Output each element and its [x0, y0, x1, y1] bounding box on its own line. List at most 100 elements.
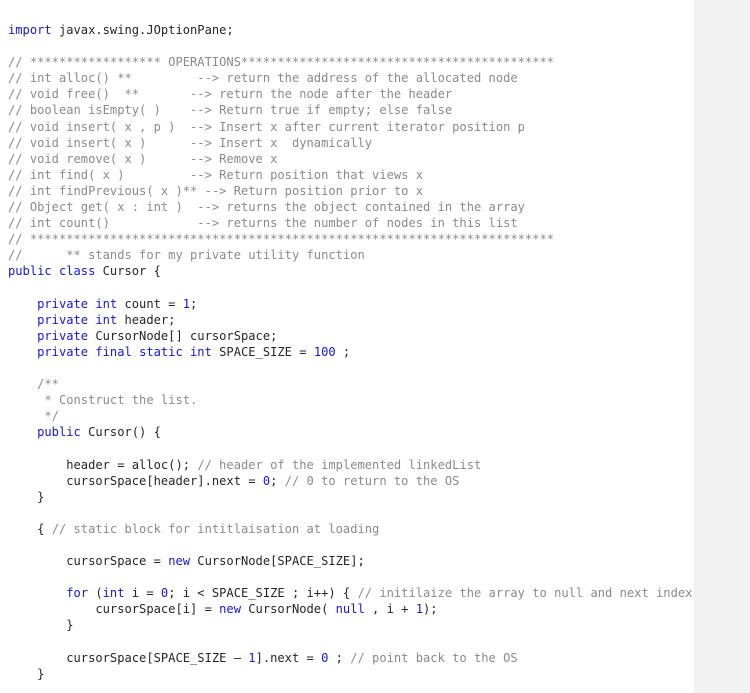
code-line: }: [8, 489, 750, 505]
code-line: private int header;: [8, 312, 750, 328]
code-token-kw: for: [66, 586, 89, 601]
code-line: // int find( x ) --> Return position tha…: [8, 167, 750, 183]
code-line: private int count = 1;: [8, 296, 750, 312]
code-line: // ****************** OPERATIONS********…: [8, 54, 750, 70]
code-token-cm: * Construct the list.: [8, 393, 198, 408]
code-token-blank: [8, 506, 15, 520]
code-token-kw: int: [190, 344, 212, 359]
code-line: // void remove( x ) --> Remove x: [8, 151, 750, 167]
code-token-pn: [183, 345, 190, 359]
code-token-pn: [52, 264, 59, 278]
code-line: // Object get( x : int ) --> returns the…: [8, 199, 750, 215]
code-line: // void free() ** --> return the node af…: [8, 86, 750, 102]
code-line: // void insert( x , p ) --> Insert x aft…: [8, 119, 750, 135]
code-token-blank: [8, 39, 15, 53]
code-token-kw: class: [58, 264, 96, 279]
code-token-id: cursorSpace[header].next =: [8, 473, 263, 488]
code-token-kw: int: [102, 586, 125, 601]
code-line: */: [8, 408, 750, 424]
code-token-kw: static: [139, 344, 183, 359]
code-token-num: 1: [415, 602, 424, 617]
code-token-cm: // ****************** OPERATIONS********…: [8, 55, 555, 70]
code-line: }: [8, 666, 750, 682]
code-token-id: }: [8, 666, 45, 681]
code-token-id: ;: [190, 296, 198, 311]
code-token-num: 1: [182, 296, 191, 311]
code-token-kw: private: [37, 296, 89, 311]
code-line: [8, 569, 750, 585]
code-token-pn: [8, 425, 37, 439]
code-line: header = alloc(); // header of the imple…: [8, 457, 750, 473]
code-token-id: i =: [124, 586, 161, 601]
code-token-id: header = alloc();: [8, 457, 198, 472]
code-token-id: SPACE_SIZE =: [211, 344, 314, 359]
code-line: // int count() --> returns the number of…: [8, 215, 750, 231]
code-token-blank: [8, 441, 15, 455]
code-line: [8, 360, 750, 376]
code-token-cm: // int findPrevious( x )** --> Return po…: [8, 183, 424, 198]
code-token-cm: // 0 to return to the OS: [284, 473, 460, 488]
code-token-kw: int: [95, 312, 118, 327]
code-token-id: ; i < SPACE_SIZE ; i++) {: [168, 586, 358, 601]
code-line: import javax.swing.JOptionPane;: [8, 22, 750, 38]
code-line: /**: [8, 376, 750, 392]
code-token-id: ;: [270, 473, 285, 488]
code-token-id: cursorSpace[SPACE_SIZE: [8, 650, 234, 665]
code-token-id: CursorNode(: [241, 602, 336, 617]
code-token-cm: // Object get( x : int ) --> returns the…: [8, 200, 525, 215]
code-token-cm: // header of the implemented linkedList: [197, 457, 482, 472]
code-token-pn: [132, 345, 139, 359]
code-token-blank: [8, 361, 15, 375]
code-token-kw: import: [8, 23, 52, 37]
code-token-id: );: [423, 602, 438, 617]
code-token-pn: [8, 313, 37, 327]
code-token-blank: [8, 635, 15, 649]
code-token-id: CursorNode[SPACE_SIZE];: [190, 554, 365, 569]
code-line: // *************************************…: [8, 231, 750, 247]
code-token-kw: final: [95, 344, 132, 359]
code-token-cm: // int find( x ) --> Return position tha…: [8, 167, 424, 182]
code-line: // int findPrevious( x )** --> Return po…: [8, 183, 750, 199]
code-token-kw: private: [37, 328, 89, 343]
code-token-cm: */: [8, 409, 59, 424]
code-token-kw: int: [95, 296, 118, 311]
code-token-kw: private: [37, 344, 89, 359]
code-token-num: 100: [313, 344, 336, 359]
code-token-id: header;: [117, 312, 176, 327]
code-line: // int alloc() ** --> return the address…: [8, 70, 750, 86]
code-token-kw: public: [37, 425, 81, 440]
code-token-cm: // static block for intitlaisation at lo…: [51, 521, 380, 536]
code-line: [8, 38, 750, 54]
code-token-id: CursorNode[] cursorSpace;: [88, 328, 278, 343]
code-token-id: ].next =: [255, 650, 322, 665]
code-token-pn: [8, 586, 66, 600]
code-token-cm: // int alloc() ** --> return the address…: [8, 71, 518, 86]
code-text-area[interactable]: import javax.swing.JOptionPane; // *****…: [0, 0, 750, 693]
code-line: public Cursor() {: [8, 424, 750, 440]
code-token-pn: [8, 329, 37, 343]
code-token-blank: [8, 538, 15, 552]
code-token-id: –: [233, 650, 241, 665]
code-token-id: (: [88, 586, 103, 601]
code-token-id: cursorSpace[i] =: [8, 602, 220, 617]
code-token-kw: new: [168, 554, 191, 569]
code-line: cursorSpace[i] = new CursorNode( null , …: [8, 601, 750, 617]
code-token-cm: // void free() ** --> return the node af…: [8, 87, 453, 102]
code-line: cursorSpace[SPACE_SIZE – 1].next = 0 ; /…: [8, 650, 750, 666]
code-token-id: count =: [117, 296, 183, 311]
code-token-cm: // void insert( x ) --> Insert x dynamic…: [8, 135, 373, 150]
code-token-cm: // void remove( x ) --> Remove x: [8, 151, 278, 166]
code-token-cm: // boolean isEmpty( ) --> Return true if…: [8, 103, 453, 118]
code-line: [8, 440, 750, 456]
code-line: cursorSpace[header].next = 0; // 0 to re…: [8, 473, 750, 489]
code-token-id: Cursor {: [95, 264, 161, 279]
code-line: public class Cursor {: [8, 263, 750, 279]
code-token-cm: // ** stands for my private utility func…: [8, 248, 365, 263]
code-token-id: Cursor() {: [80, 425, 161, 440]
code-line: for (int i = 0; i < SPACE_SIZE ; i++) { …: [8, 585, 750, 601]
code-line: [8, 634, 750, 650]
code-token-cm: // initilaize the array to null and next…: [357, 586, 693, 601]
code-line: [8, 505, 750, 521]
code-line: cursorSpace = new CursorNode[SPACE_SIZE]…: [8, 553, 750, 569]
code-line: private CursorNode[] cursorSpace;: [8, 328, 750, 344]
